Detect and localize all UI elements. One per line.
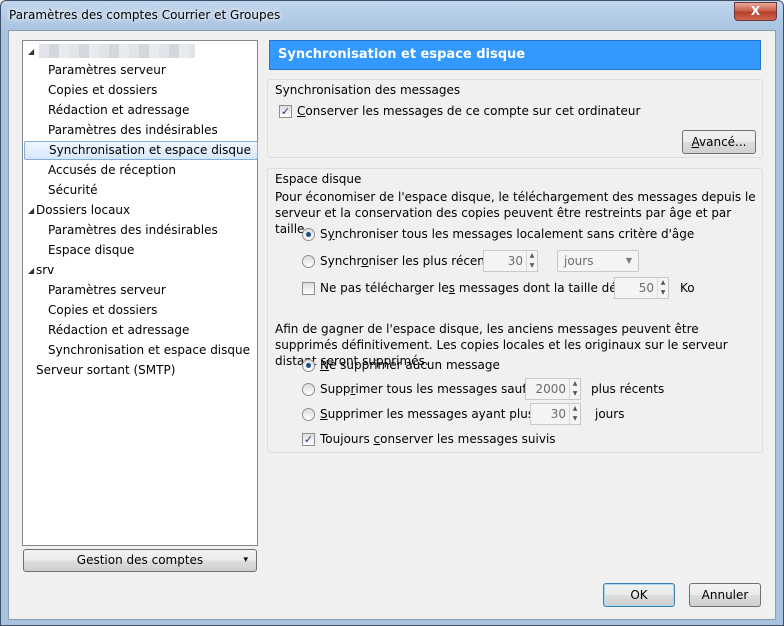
tree-item-espace-disque[interactable]: Espace disque — [44, 241, 138, 260]
delete-none-label: Ne supprimer aucun message — [320, 358, 500, 372]
keep-flagged-label: Toujours conserver les messages suivis — [320, 432, 556, 446]
tree-item-smtp[interactable]: Serveur sortant (SMTP) — [32, 361, 179, 380]
delete-except-radio[interactable] — [302, 383, 315, 396]
blurred-account-name[interactable] — [39, 44, 195, 58]
tree-item-indesirables[interactable]: Paramètres des indésirables — [44, 121, 222, 140]
tree-item-srv[interactable]: srv — [32, 261, 58, 280]
cancel-button[interactable]: Annuler — [689, 583, 761, 607]
ok-button[interactable]: OK — [603, 583, 675, 607]
tree-item-srv-copies[interactable]: Copies et dossiers — [44, 301, 161, 320]
account-tree[interactable]: ◢ Paramètres serveur Copies et dossiers … — [22, 40, 258, 546]
keep-flagged-checkbox[interactable]: ✓ — [302, 433, 315, 446]
no-download-checkbox[interactable] — [302, 282, 315, 295]
stepper-arrows-icon[interactable]: ▲ ▼ — [526, 251, 537, 271]
sync-all-radio[interactable] — [302, 228, 315, 241]
account-actions-button[interactable]: Gestion des comptes ▾ — [23, 549, 257, 572]
sync-recent-unit-select[interactable]: jours ▼ — [557, 250, 639, 272]
chevron-down-icon: ▼ — [625, 256, 632, 265]
delete-older-radio[interactable] — [302, 408, 315, 421]
tree-item-redaction[interactable]: Rédaction et adressage — [44, 101, 193, 120]
sync-group: Synchronisation des messages ✓ Conserver… — [267, 79, 763, 158]
tree-item-srv-serveur[interactable]: Paramètres serveur — [44, 281, 170, 300]
tree-item-srv-redaction[interactable]: Rédaction et adressage — [44, 321, 193, 340]
title-bar[interactable]: Paramètres des comptes Courrier et Group… — [1, 1, 783, 29]
tree-item-synchronisation[interactable]: Synchronisation et espace disque — [24, 141, 258, 160]
sync-recent-label: Synchroniser les plus récents — [320, 254, 496, 268]
expand-icon[interactable]: ◢ — [28, 48, 36, 56]
no-download-label: Ne pas télécharger les messages dont la … — [320, 281, 652, 295]
sync-recent-radio[interactable] — [302, 255, 315, 268]
dialog-client: ◢ Paramètres serveur Copies et dossiers … — [8, 30, 776, 620]
delete-except-label: Supprimer tous les messages sauf les — [320, 382, 548, 396]
stepper-arrows-icon[interactable]: ▲ ▼ — [569, 404, 580, 424]
sync-recent-stepper[interactable]: 30 ▲ ▼ — [483, 250, 538, 272]
page-title: Synchronisation et espace disque — [269, 40, 761, 70]
tree-item-local-indesirables[interactable]: Paramètres des indésirables — [44, 221, 222, 240]
sync-group-title: Synchronisation des messages — [275, 83, 461, 97]
sync-all-label: Synchroniser tous les messages localemen… — [320, 227, 695, 241]
size-unit-label: Ko — [680, 281, 695, 295]
size-limit-stepper[interactable]: 50 ▲ ▼ — [614, 277, 669, 299]
age-unit-label: jours — [595, 407, 625, 421]
age-limit-stepper[interactable]: 30 ▲ ▼ — [530, 403, 581, 425]
keep-messages-label: Conserver les messages de ce compte sur … — [297, 104, 641, 118]
tree-item-srv-synchronisation[interactable]: Synchronisation et espace disque — [44, 341, 254, 360]
keep-count-unit-label: plus récents — [591, 382, 665, 396]
stepper-arrows-icon[interactable]: ▲ ▼ — [657, 278, 668, 298]
window-title: Paramètres des comptes Courrier et Group… — [9, 8, 281, 22]
tree-item-dossiers-locaux[interactable]: Dossiers locaux — [32, 201, 134, 220]
delete-older-label: Supprimer les messages ayant plus de — [320, 407, 553, 421]
advanced-button[interactable]: Avancé... — [682, 130, 756, 154]
disk-group-title: Espace disque — [275, 172, 362, 186]
tree-item-securite[interactable]: Sécurité — [44, 181, 102, 200]
dropdown-arrow-icon: ▾ — [243, 555, 248, 565]
keep-messages-checkbox[interactable]: ✓ — [279, 105, 292, 118]
delete-none-radio[interactable] — [302, 359, 315, 372]
keep-count-stepper[interactable]: 2000 ▲ ▼ — [525, 378, 581, 400]
stepper-arrows-icon[interactable]: ▲ ▼ — [569, 379, 580, 399]
dialog-window: Paramètres des comptes Courrier et Group… — [0, 0, 784, 626]
close-button[interactable]: X — [734, 2, 777, 21]
tree-item-copies-dossiers[interactable]: Copies et dossiers — [44, 81, 161, 100]
tree-item-accuses[interactable]: Accusés de réception — [44, 161, 180, 180]
disk-group: Espace disque Pour économiser de l'espac… — [267, 168, 763, 453]
tree-item-parametres-serveur[interactable]: Paramètres serveur — [44, 61, 170, 80]
